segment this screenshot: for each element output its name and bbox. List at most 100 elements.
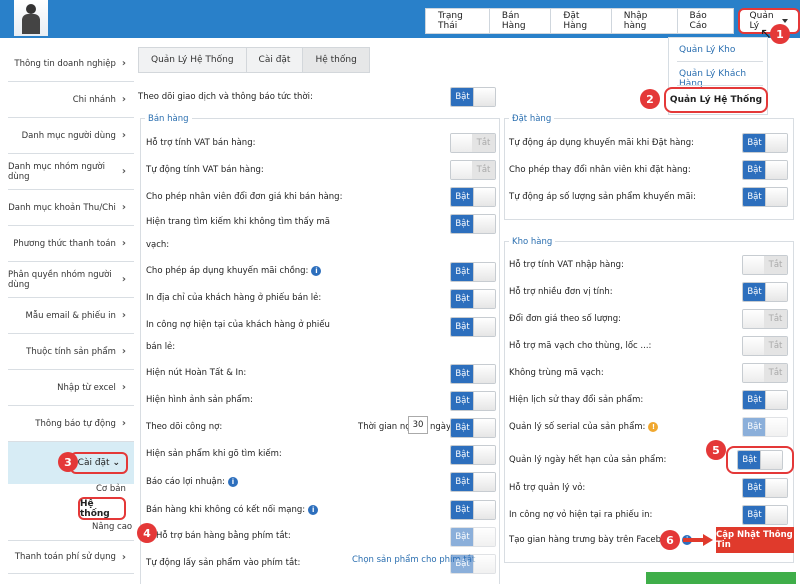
step-badge-6: 6 bbox=[660, 530, 680, 550]
sidebar-item-thuoc-tinh-san-pham[interactable]: Thuộc tính sản phẩm › bbox=[8, 334, 134, 370]
sidebar-sub-co-ban[interactable]: Cơ bản bbox=[96, 484, 126, 494]
chevron-right-icon: › bbox=[121, 94, 126, 105]
dropdown-item-quan-ly-he-thong[interactable]: Quản Lý Hệ Thống bbox=[664, 87, 768, 113]
toggle-in-cong-no[interactable]: Bật bbox=[450, 317, 496, 337]
sidebar-item-mau-email-phieu-in[interactable]: Mẫu email & phiếu in › bbox=[8, 298, 134, 334]
toggle-khong-trung-ma-vach[interactable]: Tắt bbox=[742, 363, 788, 383]
setting-label: Hiện trang tìm kiếm khi không tìm thấy m… bbox=[146, 217, 330, 227]
sidebar-item-chi-nhanh[interactable]: Chi nhánh › bbox=[8, 82, 134, 118]
sidebar-item-thong-bao-tu-dong[interactable]: Thông báo tự động › bbox=[8, 406, 134, 442]
sidebar-item-label: Chi nhánh bbox=[72, 94, 116, 105]
tab-trang-thai[interactable]: Trạng Thái bbox=[425, 8, 490, 34]
toggle-on-label: Bật bbox=[451, 501, 474, 519]
user-avatar[interactable] bbox=[14, 0, 48, 36]
step-badge-3: 3 bbox=[58, 452, 78, 472]
dropdown-item-quan-ly-kho[interactable]: Quản Lý Kho bbox=[679, 45, 735, 55]
toggle-ma-vach-thung[interactable]: Tắt bbox=[742, 336, 788, 356]
info-icon[interactable]: i bbox=[227, 476, 238, 487]
toggle-trang-tim-kiem[interactable]: Bật bbox=[450, 214, 496, 234]
setting-label: Hỗ trợ tính VAT bán hàng: bbox=[146, 138, 256, 148]
toggle-off-label: Tắt bbox=[472, 161, 495, 179]
toggle-off-label: Tắt bbox=[764, 364, 787, 382]
sidebar-item-danh-muc-nguoi-dung[interactable]: Danh mục người dùng › bbox=[8, 118, 134, 154]
toggle-off-label: Tắt bbox=[764, 256, 787, 274]
info-icon[interactable]: i bbox=[311, 265, 322, 276]
setting-label: Không trùng mã vạch: bbox=[509, 368, 604, 378]
sidebar-item-phuong-thuc-thanh-toan[interactable]: Phương thức thanh toán › bbox=[8, 226, 134, 262]
breadcrumb-cai-dat[interactable]: Cài đặt bbox=[245, 47, 304, 73]
sidebar-item-thanh-toan-phi[interactable]: Thanh toán phí sử dụng › bbox=[8, 540, 134, 574]
top-nav: Trạng Thái Bán Hàng Đặt Hàng Nhập hàng B… bbox=[425, 8, 800, 34]
toggle-on-label: Bật bbox=[743, 134, 766, 152]
toggle-on-label: Bật bbox=[451, 392, 474, 410]
step-badge-1: 1 bbox=[770, 24, 790, 44]
toggle-tu-dong-phim-tat[interactable]: Bật bbox=[450, 554, 496, 574]
toggle-lich-su-san-pham[interactable]: Bật bbox=[742, 390, 788, 410]
toggle-khuyen-mai-chong[interactable]: Bật bbox=[450, 262, 496, 282]
toggle-knob bbox=[765, 418, 787, 436]
toggle-nut-hoan-tat[interactable]: Bật bbox=[450, 364, 496, 384]
tab-bao-cao[interactable]: Báo Cáo bbox=[677, 8, 734, 34]
toggle-theo-doi-giao-dich[interactable]: Bật bbox=[450, 87, 496, 107]
toggle-nhieu-don-vi-tinh[interactable]: Bật bbox=[742, 282, 788, 302]
toggle-on-label: Bật bbox=[743, 391, 766, 409]
toggle-ban-hang-offline[interactable]: Bật bbox=[450, 500, 496, 520]
toggle-knob bbox=[473, 501, 495, 519]
info-icon[interactable]: i bbox=[308, 504, 319, 515]
sidebar-item-label: Thanh toán phí sử dụng bbox=[14, 552, 116, 562]
toggle-on-label: Bật bbox=[451, 473, 474, 491]
sidebar-item-label: Thuộc tính sản phẩm bbox=[26, 346, 116, 357]
toggle-khuyen-mai-dat-hang[interactable]: Bật bbox=[742, 133, 788, 153]
toggle-knob bbox=[473, 365, 495, 383]
sidebar-item-label: Danh mục khoản Thu/Chi bbox=[8, 202, 116, 213]
tab-ban-hang[interactable]: Bán Hàng bbox=[489, 8, 552, 34]
breadcrumb: Quản Lý Hệ Thống Cài đặt Hệ thống bbox=[138, 47, 370, 73]
sidebar-item-danh-muc-nhom-nguoi-dung[interactable]: Danh mục nhóm người dùng › bbox=[8, 154, 134, 190]
debt-days-input[interactable]: 30 bbox=[408, 416, 428, 434]
toggle-ban-hang-phim-tat[interactable]: Bật bbox=[450, 527, 496, 547]
toggle-cong-no-vo[interactable]: Bật bbox=[742, 505, 788, 525]
tab-nhap-hang[interactable]: Nhập hàng bbox=[611, 8, 678, 34]
toggle-vat-nhap-hang[interactable]: Tắt bbox=[742, 255, 788, 275]
toggle-knob bbox=[473, 290, 495, 308]
sidebar-item-danh-muc-khoan-thu-chi[interactable]: Danh mục khoản Thu/Chi › bbox=[8, 190, 134, 226]
sidebar-item-nhap-tu-excel[interactable]: Nhập từ excel › bbox=[8, 370, 134, 406]
sidebar-item-label: Phân quyền nhóm người dùng bbox=[8, 269, 112, 290]
arrow-right-icon bbox=[683, 534, 713, 546]
setting-label: Hỗ trợ bán hàng bằng phím tắt: bbox=[156, 531, 291, 541]
toggle-tu-dong-vat-ban-hang[interactable]: Tắt bbox=[450, 160, 496, 180]
toggle-so-serial[interactable]: Bật bbox=[742, 417, 788, 437]
toggle-doi-don-gia[interactable]: Bật bbox=[450, 187, 496, 207]
chevron-right-icon: › bbox=[121, 58, 126, 69]
toggle-off-label: Tắt bbox=[764, 337, 787, 355]
toggle-on-label: Bật bbox=[743, 506, 766, 524]
toggle-quan-ly-vo[interactable]: Bật bbox=[742, 478, 788, 498]
toggle-knob bbox=[473, 446, 495, 464]
warning-icon[interactable]: ! bbox=[648, 421, 659, 432]
toggle-knob bbox=[473, 419, 495, 437]
tab-dat-hang[interactable]: Đặt Hàng bbox=[551, 8, 612, 34]
toggle-hinh-anh-san-pham[interactable]: Bật bbox=[450, 391, 496, 411]
sidebar-item-thong-tin-doanh-nghiep[interactable]: Thông tin doanh nghiệp › bbox=[8, 46, 134, 82]
section-title-ban-hang: Bán hàng bbox=[145, 114, 192, 124]
update-info-button[interactable]: Cập Nhật Thông Tin bbox=[716, 527, 794, 553]
sidebar-item-label: Phương thức thanh toán bbox=[13, 238, 116, 249]
toggle-in-dia-chi[interactable]: Bật bbox=[450, 289, 496, 309]
sidebar-sub-he-thong[interactable]: Hệ thống bbox=[78, 497, 126, 520]
toggle-so-luong-khuyen-mai[interactable]: Bật bbox=[742, 187, 788, 207]
sidebar-item-phan-quyen-nhom-nguoi-dung[interactable]: Phân quyền nhóm người dùng › bbox=[8, 262, 134, 298]
toggle-theo-doi-cong-no[interactable]: Bật bbox=[450, 418, 496, 438]
toggle-bao-cao-loi-nhuan[interactable]: Bật bbox=[450, 472, 496, 492]
toggle-knob bbox=[743, 364, 765, 382]
toggle-ho-tro-vat-ban-hang[interactable]: Tắt bbox=[450, 133, 496, 153]
toggle-thay-doi-nhan-vien[interactable]: Bật bbox=[742, 160, 788, 180]
chevron-down-icon: ⌄ bbox=[112, 458, 120, 468]
breadcrumb-quan-ly-he-thong[interactable]: Quản Lý Hệ Thống bbox=[138, 47, 247, 73]
toggle-don-gia-so-luong[interactable]: Tắt bbox=[742, 309, 788, 329]
toggle-hien-san-pham-go[interactable]: Bật bbox=[450, 445, 496, 465]
dropdown-item-quan-ly-khach-hang[interactable]: Quản Lý Khách Hàng bbox=[679, 69, 767, 89]
sidebar-sub-nang-cao[interactable]: Nâng cao bbox=[92, 522, 132, 532]
toggle-ngay-het-han[interactable]: Bật bbox=[737, 450, 783, 470]
sidebar-item-label: Danh mục người dùng bbox=[21, 130, 116, 141]
chevron-right-icon: › bbox=[121, 382, 126, 393]
